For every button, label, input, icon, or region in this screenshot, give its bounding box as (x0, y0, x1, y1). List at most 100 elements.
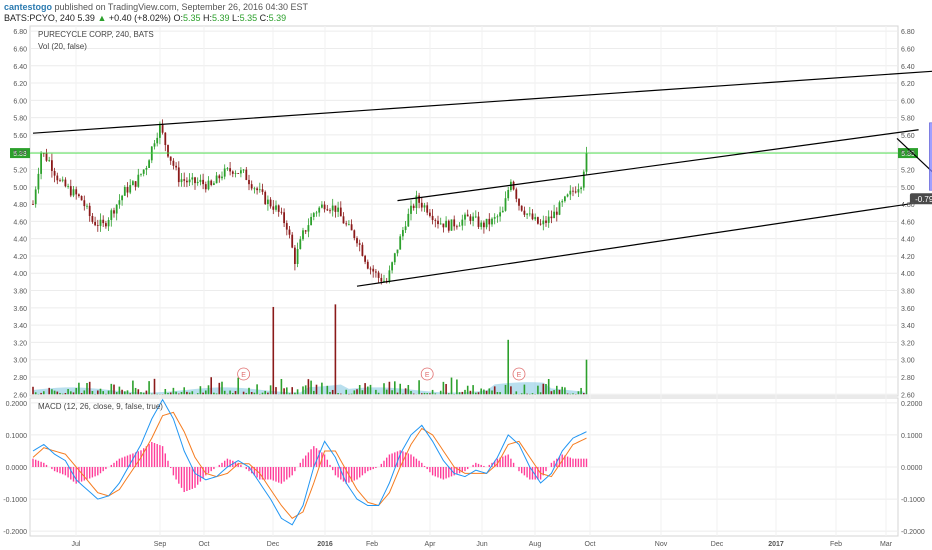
volume-bar (461, 391, 464, 395)
volume-bar (107, 390, 110, 395)
volume-bar (537, 385, 539, 395)
volume-bar (115, 392, 118, 395)
candle-body (121, 195, 123, 201)
candle-body (250, 184, 253, 189)
x-tick-label: Feb (830, 541, 842, 548)
volume-bar (110, 383, 113, 395)
candle-body (561, 201, 564, 203)
volume-bar (199, 386, 202, 395)
candle-body (577, 189, 580, 193)
macd-histogram-bar (269, 467, 272, 480)
open-value: 5.35 (182, 13, 201, 23)
candle-body (474, 216, 477, 218)
candle-body (315, 212, 318, 214)
chart-canvas[interactable]: EEE 5.395.39-0.79 (-13.74%)-1.23 (-19.81… (0, 0, 932, 550)
volume-bar (272, 306, 275, 395)
x-tick-label: Feb (366, 541, 378, 548)
candle-body (32, 204, 34, 205)
macd-histogram-bar (51, 467, 53, 470)
volume-bar (218, 382, 221, 395)
volume-bar (283, 388, 285, 395)
macd-y-tick-left: 0.0000 (6, 465, 28, 472)
candle-body (464, 214, 466, 220)
candle-body (296, 248, 299, 264)
volume-bar (353, 390, 356, 395)
y-tick-label-right: 4.40 (901, 237, 915, 244)
candle-body (399, 236, 402, 250)
macd-histogram-bar (37, 460, 40, 467)
macd-histogram-bar (359, 467, 361, 478)
volume-bar (64, 393, 67, 395)
volume-bar (237, 377, 239, 395)
ohlc-line: BATS:PCYO, 240 5.39 ▲ +0.40 (+8.02%) O:5… (4, 13, 286, 23)
volume-bar (331, 389, 334, 395)
macd-histogram-bar (421, 462, 423, 467)
macd-histogram-bar (391, 453, 393, 467)
macd-histogram-bar (86, 467, 88, 480)
macd-histogram-bar (245, 467, 247, 470)
volume-bar (556, 385, 558, 395)
x-tick-label: Aug (529, 541, 542, 548)
volume-bar (477, 392, 480, 395)
candle-body (458, 225, 461, 227)
candle-body (137, 174, 140, 187)
volume-bar (531, 393, 534, 395)
candle-body (175, 165, 177, 168)
macd-histogram-bar (180, 467, 183, 488)
volume-bar (256, 384, 258, 395)
macd-histogram-bar (126, 455, 129, 467)
macd-histogram-bar (45, 464, 48, 467)
measure-label: -0.79 (-13.74%) (915, 195, 932, 204)
macd-histogram-bar (453, 467, 455, 476)
volume-bar (375, 389, 377, 395)
candle-body (348, 224, 350, 226)
symbol-label[interactable]: BATS:PCYO, 240 (4, 13, 75, 23)
y-tick-label-right: 4.00 (901, 271, 915, 278)
y-tick-label-left: 6.40 (13, 64, 27, 71)
volume-bar (83, 390, 86, 395)
macd-histogram-bar (388, 454, 391, 467)
x-tick-label: Oct (199, 541, 210, 548)
macd-histogram-bar (426, 467, 428, 470)
y-tick-label-left: 3.40 (13, 323, 27, 330)
volume-bar (334, 304, 337, 395)
candle-body (75, 189, 78, 195)
author-link[interactable]: cantestogo (4, 2, 52, 12)
volume-bar (134, 387, 137, 395)
volume-bar (72, 392, 75, 395)
candle-body (429, 212, 431, 216)
macd-histogram-bar (585, 458, 588, 467)
macd-histogram-bar (523, 467, 526, 476)
candle-body (396, 249, 399, 254)
macd-histogram-bar (294, 467, 296, 472)
macd-histogram-bar (213, 467, 215, 470)
candle-body (248, 179, 250, 185)
macd-y-tick-left: -0.2000 (3, 529, 27, 536)
volume-bar (450, 377, 453, 395)
volume-bar (404, 388, 407, 395)
candle-body (375, 271, 377, 273)
volume-bar (485, 390, 488, 395)
volume-bar (345, 389, 347, 395)
candle-body (56, 175, 59, 181)
volume-bar (86, 382, 88, 395)
volume-bar (396, 392, 399, 395)
volume-bar (491, 390, 493, 395)
macd-histogram-bar (442, 467, 445, 480)
volume-bar (205, 390, 207, 395)
macd-histogram-bar (110, 464, 112, 467)
candle-body (91, 216, 94, 222)
candle-body (37, 173, 40, 190)
y-tick-label-left: 4.20 (13, 254, 27, 261)
candle-body (318, 207, 321, 213)
volume-bar (196, 393, 199, 395)
candle-body (199, 179, 202, 182)
macd-histogram-bar (59, 467, 61, 474)
macd-histogram-bar (172, 467, 175, 476)
candle-body (420, 202, 423, 208)
candle-body (572, 190, 574, 192)
macd-histogram-bar (35, 459, 37, 467)
candle-body (510, 181, 512, 190)
candle-body (302, 230, 304, 240)
x-tick-label: Apr (425, 541, 437, 548)
